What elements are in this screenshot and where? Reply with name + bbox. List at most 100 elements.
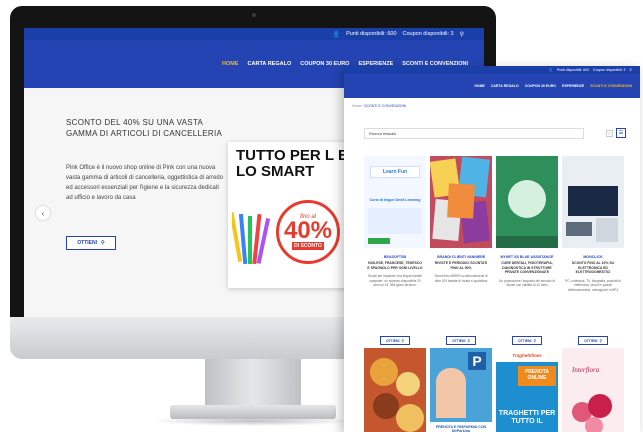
card-title: BEASOFTSB xyxy=(383,255,407,259)
card-subtitle: CURE DENTALI, FISIOTERAPIA, DIAGNOSTICA … xyxy=(501,261,553,275)
hero-title: SCONTO DEL 40% SU UNA VASTA GAMMA DI ART… xyxy=(66,118,223,138)
learn-list xyxy=(368,208,422,234)
hero-button-label: OTTIENI xyxy=(77,240,98,246)
pencils-illustration xyxy=(232,212,271,265)
chevron-left-icon: ‹ xyxy=(41,208,45,218)
promo-sconto: DI SCONTO xyxy=(292,242,324,250)
card-ottieni-button[interactable]: OTTIENI ⚲ xyxy=(446,336,476,345)
card-button-label: OTTIENI xyxy=(386,338,400,343)
shot-points: Punti disponibili: 600 xyxy=(556,68,589,72)
shot-nav-esperienze[interactable]: ESPERIENZE xyxy=(562,84,584,88)
laptop-illustration xyxy=(566,222,592,236)
shot-nav-coupon[interactable]: COUPON 30 EURO xyxy=(525,84,556,88)
breadcrumb: Home / SCONTI E CONVENZIONI xyxy=(352,104,406,108)
mynet-logo xyxy=(508,180,546,218)
filter-icon[interactable]: ☰ xyxy=(616,128,626,138)
catalog-card[interactable]: Interflora xyxy=(562,348,624,432)
camera-icon xyxy=(252,13,256,17)
mynet-footer xyxy=(496,236,558,248)
search-icon[interactable]: ⚲ xyxy=(629,68,632,72)
traghetti-logo: Traghettilines xyxy=(496,348,558,362)
promo-percent: 40% xyxy=(283,217,333,244)
shot-coupons: Coupon disponibili: 3 xyxy=(592,68,626,72)
points-label: Punti disponibili: 600 xyxy=(346,31,397,37)
card-image-traghetti: Traghettilines PRENOTA ONLINE TRAGHETTI … xyxy=(496,348,558,432)
catalog-card[interactable]: Learn Fun Corsi di lingue Dexit Learning… xyxy=(364,156,426,345)
imac-base xyxy=(170,405,336,419)
search-icon[interactable]: ⚲ xyxy=(460,31,464,38)
learn-badge xyxy=(368,238,390,244)
card-title: GRANDI CLIENTI VANNIERE xyxy=(436,255,486,259)
catalog-card[interactable]: MYNET SS BLUE ASSISTANCE CURE DENTALI, F… xyxy=(496,156,558,345)
parking-icon: P xyxy=(468,352,486,370)
card-button-label: OTTIENI xyxy=(584,338,598,343)
card-image-learning: Learn Fun Corsi di lingue Dexit Learning xyxy=(364,156,426,248)
card-subtitle: SCONTO FINO AL 10% SU ELETTRONICA ED ELE… xyxy=(571,261,615,275)
appliance-illustration xyxy=(596,218,618,242)
card-image-mynet xyxy=(496,156,558,248)
grid-view-icon[interactable]: ≡ xyxy=(606,130,613,137)
card-description: PC, notebook, TV, fotografia, prodotti d… xyxy=(565,278,621,292)
slider-prev-button[interactable]: ‹ xyxy=(36,206,50,220)
card-ottieni-button[interactable]: OTTIENI ⚲ xyxy=(578,336,608,345)
imac-stand xyxy=(205,359,301,409)
catalog-card[interactable]: Traghettilines PRENOTA ONLINE TRAGHETTI … xyxy=(496,348,558,432)
prenota-badge: PRENOTA ONLINE xyxy=(518,366,556,386)
catalog-card[interactable] xyxy=(364,348,426,432)
parking-caption: PRENOTA E RISPARMIA CON MyParking xyxy=(430,422,492,432)
catalog-page-screenshot: 👤 Punti disponibili: 600 Coupon disponib… xyxy=(344,66,640,432)
card-button-label: OTTIENI xyxy=(452,338,466,343)
card-title: MYNET SS BLUE ASSISTANCE xyxy=(500,255,554,259)
card-subtitle: RIVISTE E PERIODICI SCONTATI FINO AL 90% xyxy=(434,261,488,270)
catalog-card[interactable]: MONCLICK SCONTO FINO AL 10% SU ELETTRONI… xyxy=(562,156,624,345)
food-illustration xyxy=(370,358,424,432)
breadcrumb-current: SCONTI E CONVENZIONI xyxy=(364,104,407,108)
search-icon: ⚲ xyxy=(101,240,105,246)
magazines-illustration xyxy=(430,156,491,244)
card-image-monclick xyxy=(562,156,624,248)
marketing-composite: 👤 Punti disponibili: 600 Coupon disponib… xyxy=(0,0,643,432)
search-icon: ⚲ xyxy=(599,338,602,343)
search-icon: ⚲ xyxy=(533,338,536,343)
learn-caption: Corsi di lingue Dexit Learning xyxy=(369,198,421,202)
promo-headline: TUTTO PER L E LO SMART xyxy=(236,147,348,180)
user-icon: 👤 xyxy=(332,31,341,38)
catalog-card[interactable]: GRANDI CLIENTI VANNIERE RIVISTE E PERIOD… xyxy=(430,156,492,345)
breadcrumb-home[interactable]: Home xyxy=(352,104,361,108)
search-input-label: Ricerca testuale xyxy=(369,131,397,136)
search-icon: ⚲ xyxy=(467,338,470,343)
hero-promo-image: TUTTO PER L E LO SMART fino al 40% DI SC… xyxy=(228,142,358,288)
card-ottieni-button[interactable]: OTTIENI ⚲ xyxy=(380,336,410,345)
shot-nav-carta[interactable]: CARTA REGALO xyxy=(491,84,519,88)
card-title: MONCLICK xyxy=(583,255,603,259)
shot-nav: HOME CARTA REGALO COUPON 30 EURO ESPERIE… xyxy=(344,74,640,98)
card-subtitle: INGLESE, FRANCESE, TEDESCO E SPAGNOLO PE… xyxy=(367,261,423,270)
nav-coupon[interactable]: COUPON 30 EURO xyxy=(300,61,349,67)
topbar: 👤 Punti disponibili: 600 Coupon disponib… xyxy=(24,28,484,40)
user-icon: 👤 xyxy=(548,68,553,72)
card-description: Scuoti per imparare una lingua tramite c… xyxy=(367,274,423,288)
tv-illustration xyxy=(568,186,618,216)
nav-home[interactable]: HOME xyxy=(222,61,239,67)
shot-nav-home[interactable]: HOME xyxy=(474,84,485,88)
card-button-label: OTTIENI xyxy=(518,338,532,343)
learn-logo: Learn Fun xyxy=(370,166,420,178)
shot-nav-sconti[interactable]: SCONTI E CONVENZIONI xyxy=(590,84,632,88)
hero-ottieni-button[interactable]: OTTIENI ⚲ xyxy=(66,236,116,250)
card-description: Un promozione l'acquisto del servizio di… xyxy=(499,278,555,288)
card-image-food xyxy=(364,348,426,432)
hero-description: Pink Office è il nuovo shop online di Pi… xyxy=(66,165,224,201)
card-image-parking: P PRENOTA E RISPARMIA CON MyParking xyxy=(430,348,492,432)
catalog-card[interactable]: P PRENOTA E RISPARMIA CON MyParking xyxy=(430,348,492,432)
text-search-input[interactable]: Ricerca testuale xyxy=(364,128,584,139)
card-image-magazines xyxy=(430,156,492,248)
shot-topbar: 👤 Punti disponibili: 600 Coupon disponib… xyxy=(344,66,640,74)
promo-badge: fino al 40% DI SCONTO xyxy=(276,200,340,264)
nav-carta-regalo[interactable]: CARTA REGALO xyxy=(248,61,292,67)
card-ottieni-button[interactable]: OTTIENI ⚲ xyxy=(512,336,542,345)
search-icon: ⚲ xyxy=(401,338,404,343)
person-illustration xyxy=(436,368,466,418)
card-image-interflora: Interflora xyxy=(562,348,624,432)
flower-illustration xyxy=(572,394,612,432)
card-description: Sconti fino all'80% su abbonamenti di ol… xyxy=(434,274,488,283)
